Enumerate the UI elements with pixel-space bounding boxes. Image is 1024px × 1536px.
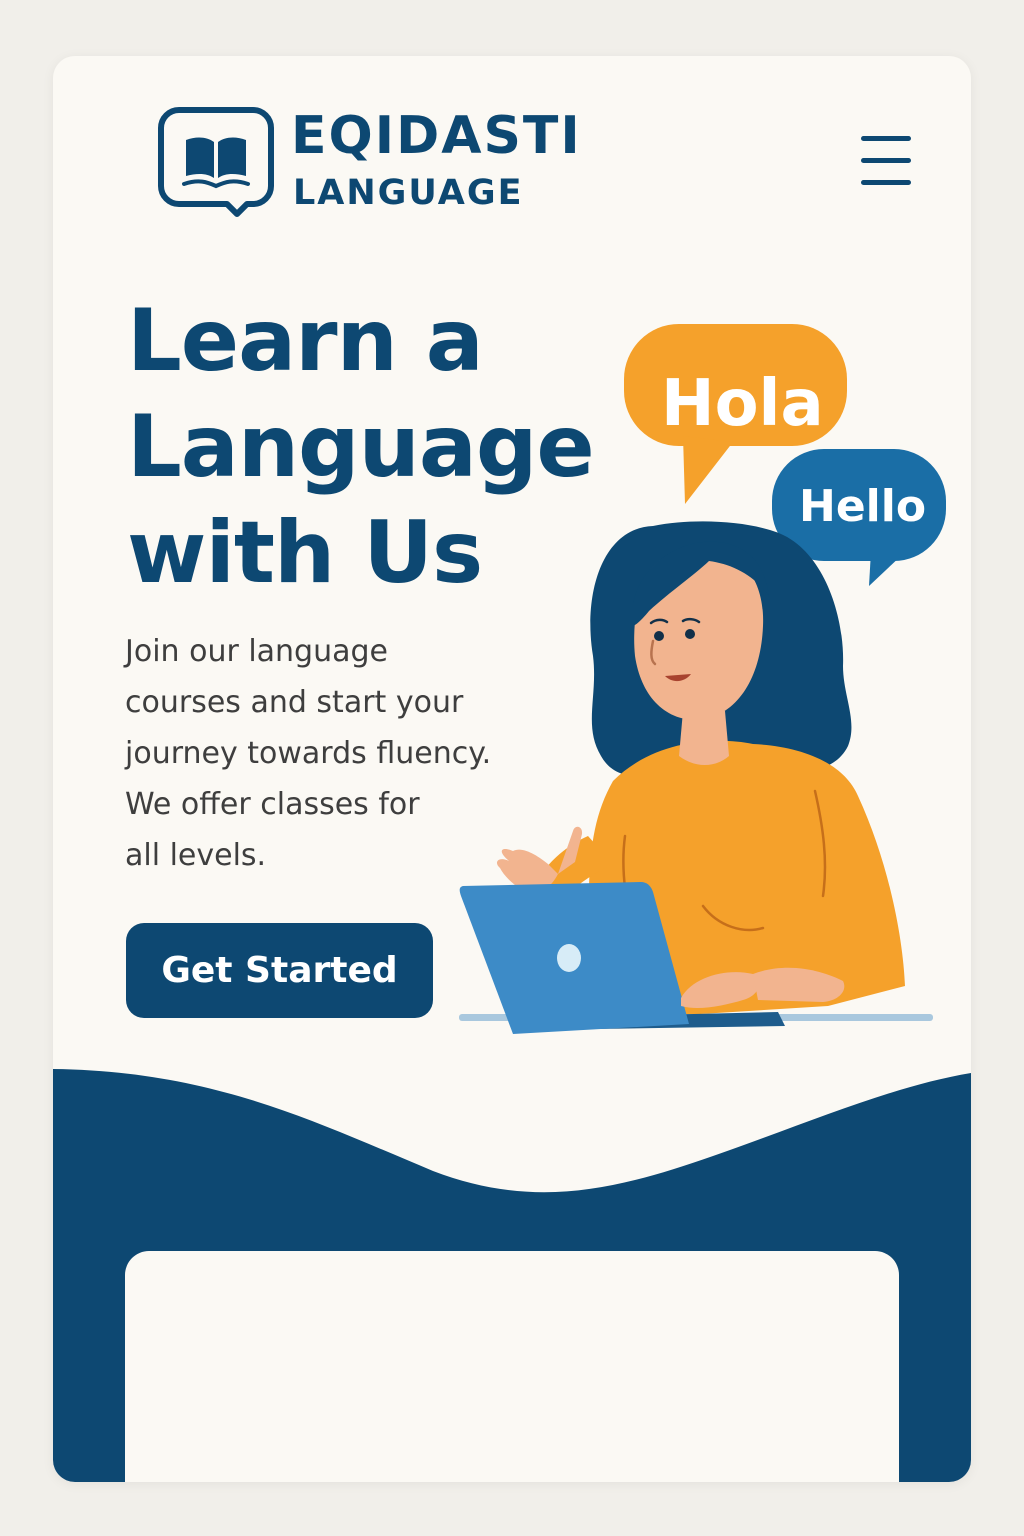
menu-bar-icon (861, 180, 911, 185)
landing-card: EQIDASTI LANGUAGE Learn a Language with … (53, 56, 971, 1482)
brand-name: EQIDASTI (291, 106, 582, 166)
content-panel (125, 1251, 899, 1482)
menu-bar-icon (861, 158, 911, 163)
get-started-button[interactable]: Get Started (126, 923, 433, 1018)
menu-button[interactable] (857, 132, 913, 190)
bubble-hola-text: Hola (661, 367, 824, 441)
bubble-hello-text: Hello (799, 481, 927, 532)
book-logo-icon[interactable] (157, 106, 275, 218)
brand-subtitle: LANGUAGE (293, 173, 524, 213)
menu-bar-icon (861, 136, 911, 141)
